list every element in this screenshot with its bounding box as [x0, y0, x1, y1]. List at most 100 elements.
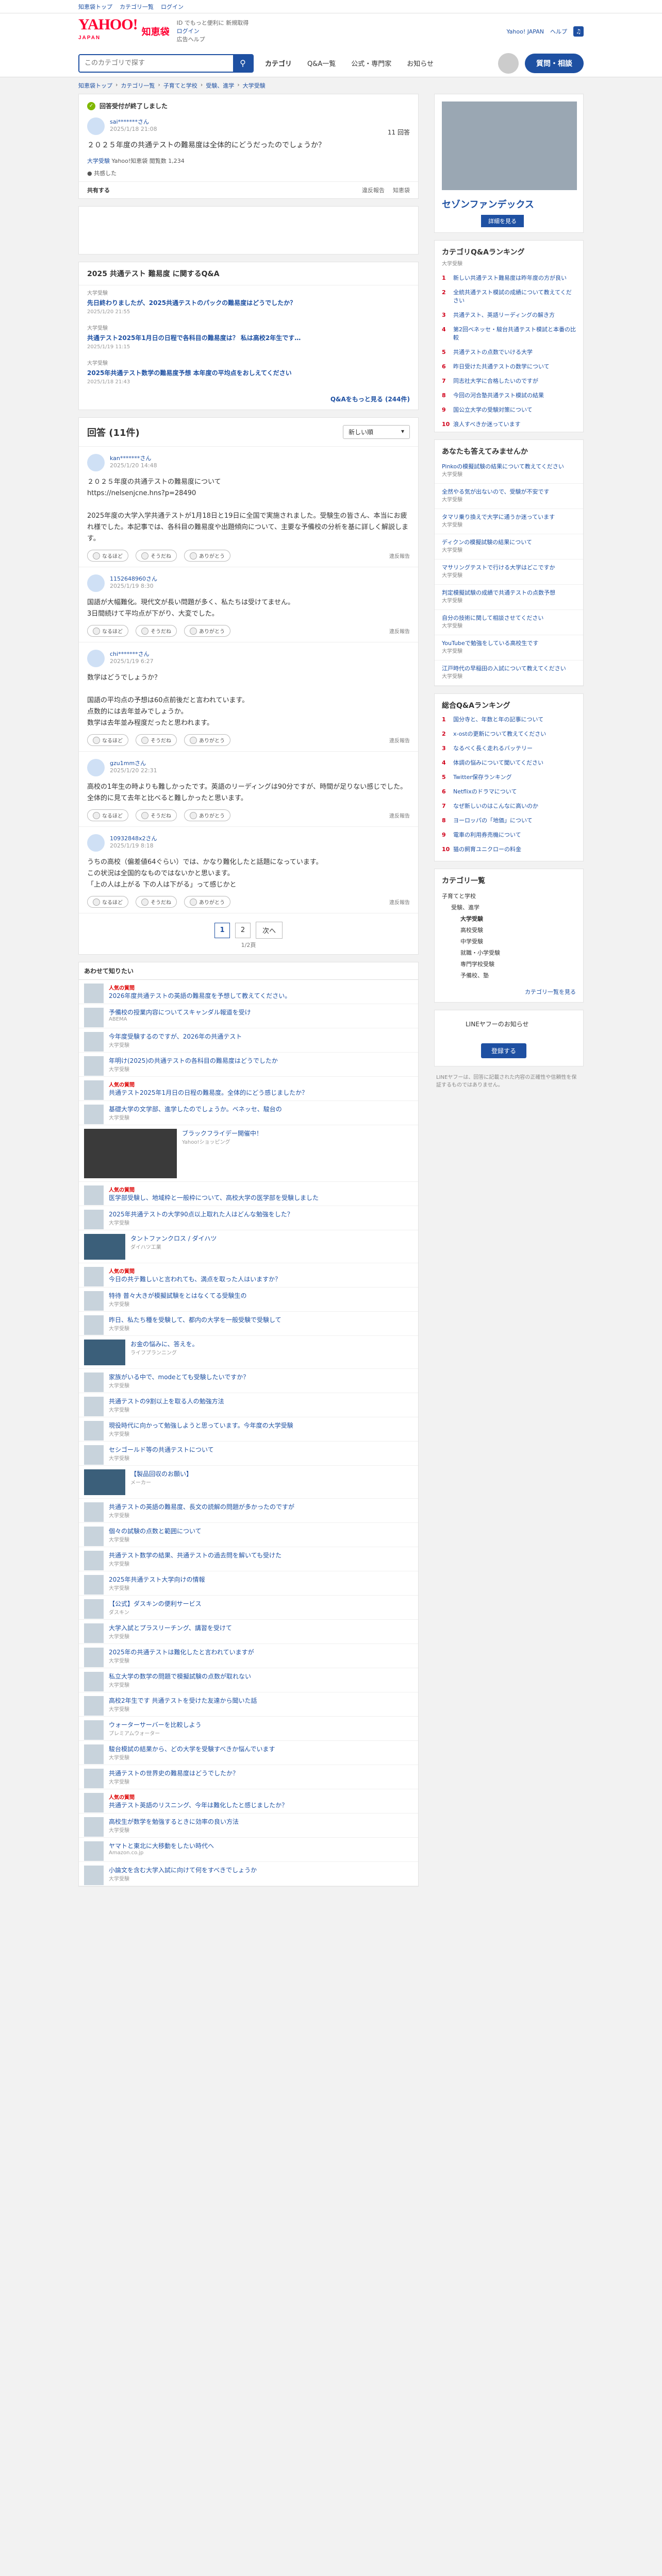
feed-thumbnail[interactable]: [84, 1623, 104, 1643]
ranking-item[interactable]: 4 体調の悩みについて聞いてください: [435, 756, 583, 770]
feed-item[interactable]: 【公式】ダスキンの便利サービス ダスキン: [79, 1596, 418, 1620]
rank-title[interactable]: 国分寺と、年数と年の記事について: [453, 716, 543, 724]
category-item[interactable]: 就職・小学受験: [442, 947, 576, 959]
header-line-1[interactable]: ID でもっと便利に 新規取得: [177, 19, 249, 27]
promo-register-button[interactable]: 登録する: [481, 1043, 527, 1058]
feed-item[interactable]: 共通テスト数学の結果、共通テストの過去問を解いても受けた 大学受験: [79, 1547, 418, 1571]
feed-thumbnail[interactable]: [84, 1291, 104, 1311]
category-item[interactable]: 専門学校受験: [442, 959, 576, 970]
service-name[interactable]: 知恵袋: [142, 25, 170, 38]
feed-thumbnail[interactable]: [84, 1210, 104, 1229]
user-avatar[interactable]: [498, 53, 519, 74]
footer-link[interactable]: 知恵袋: [393, 186, 410, 194]
ranking-item[interactable]: 8 今回の河合塾共通テスト模試の結果: [435, 388, 583, 403]
feed-title-link[interactable]: 共通テスト数学の結果、共通テストの過去問を解いても受けた: [109, 1551, 413, 1560]
feed-title-link[interactable]: 特待 普々大きが模擬試験をとはなくてる受験生の: [109, 1291, 413, 1300]
topbar-link-categories[interactable]: カテゴリ一覧: [120, 3, 154, 11]
feed-thumbnail[interactable]: [84, 1648, 104, 1667]
feed-thumbnail[interactable]: [84, 1720, 104, 1740]
feed-item[interactable]: 人気の質問共通テスト2025年1月日の日程の難易度。全体的にどう感じましたか？大…: [79, 1077, 418, 1101]
feed-thumbnail[interactable]: [84, 1445, 104, 1465]
answer-user[interactable]: gzu1mmさん: [110, 759, 157, 767]
feed-item[interactable]: 高校2年生です 共通テストを受けた友達から聞いた話 大学受験: [79, 1692, 418, 1717]
feed-title-link[interactable]: 【製品回収のお願い】: [130, 1469, 413, 1478]
feed-item[interactable]: ヤマトと東北に大移動をしたい時代へ Amazon.co.jp: [79, 1838, 418, 1862]
rank-title[interactable]: 共通テスト、英語リーディングの解き方: [453, 311, 555, 319]
reaction-soudane-button[interactable]: そうだね: [136, 625, 177, 637]
pick-item[interactable]: Pinkoの模擬試験の結果について教えてください 大学受験: [435, 459, 583, 484]
feed-item[interactable]: 共通テストの英語の難易度、長文の読解の問題が多かったのですが 大学受験: [79, 1499, 418, 1523]
feed-thumbnail[interactable]: [84, 1234, 125, 1260]
ranking-item[interactable]: 9 国公立大学の受験対策について: [435, 403, 583, 417]
category-item[interactable]: 受験、進学: [442, 902, 576, 913]
feed-title-link[interactable]: 今年度受験するのですが、2026年の共通テスト: [109, 1032, 413, 1041]
feed-thumbnail[interactable]: [84, 1672, 104, 1691]
related-item[interactable]: 大学受験 先日終わりましたが、2025共通テストのパックの難易度はどうでしたか？…: [79, 285, 418, 320]
pick-item[interactable]: タマリ乗り換えで大学に通うか迷っています 大学受験: [435, 509, 583, 534]
rank-title[interactable]: 第2回ベネッセ・駿台共通テスト模試と本番の比較: [453, 326, 576, 342]
feed-thumbnail[interactable]: [84, 984, 104, 1003]
page-1[interactable]: 1: [214, 922, 230, 938]
yahoo-japan-link[interactable]: Yahoo! JAPAN: [506, 28, 544, 35]
feed-thumbnail[interactable]: [84, 1185, 104, 1205]
pick-item[interactable]: 自分の技術に関して相談させてください 大学受験: [435, 610, 583, 635]
pick-title[interactable]: 判定模擬試験の成績で共通テストの点数予想: [442, 589, 576, 597]
rank-title[interactable]: 共通テストの点数でいける大学: [453, 348, 533, 357]
category-item[interactable]: 予備校、塾: [442, 970, 576, 981]
more-qa-link[interactable]: Q&Aをもっと見る (244件): [330, 396, 410, 403]
reaction-naruhodo-button[interactable]: なるほど: [87, 550, 128, 562]
feed-thumbnail[interactable]: [84, 1008, 104, 1027]
reaction-arigatou-button[interactable]: ありがとう: [184, 896, 230, 908]
reaction-naruhodo-button[interactable]: なるほど: [87, 896, 128, 908]
feed-thumbnail[interactable]: [84, 1744, 104, 1764]
feed-title-link[interactable]: 予備校の授業内容についてスキャンダル報道を受け: [109, 1008, 413, 1016]
feed-title-link[interactable]: タントファンクロス / ダイハツ: [130, 1234, 413, 1243]
share-button[interactable]: 共有する: [87, 186, 110, 194]
feed-item[interactable]: 駿台模試の結果から、どの大学を受験すべきか悩んでいます 大学受験: [79, 1741, 418, 1765]
category-item[interactable]: 中学受験: [442, 936, 576, 947]
category-more-link[interactable]: カテゴリ一覧を見る: [525, 989, 576, 995]
related-title-link[interactable]: 先日終わりましたが、2025共通テストのパックの難易度はどうでしたか？: [87, 298, 410, 308]
feed-thumbnail[interactable]: [84, 1080, 104, 1100]
feed-title-link[interactable]: 昨日、私たち種を受験して、都内の大学を一般受験で受験して: [109, 1315, 413, 1324]
nav-item-qa-list[interactable]: Q&A一覧: [303, 58, 340, 68]
feed-title-link[interactable]: ブラックフライデー開催中！: [182, 1129, 413, 1138]
sponsored-banner[interactable]: [78, 206, 419, 255]
rank-title[interactable]: ヨーロッパの「地価」について: [453, 817, 533, 825]
header-line-3[interactable]: 広告ヘルプ: [177, 36, 249, 44]
feed-item[interactable]: 年明け(2025)の共通テストの各科目の難易度はどうでしたか 大学受験: [79, 1053, 418, 1077]
login-link[interactable]: ログイン: [177, 28, 200, 35]
avatar[interactable]: [87, 834, 105, 852]
feed-thumbnail[interactable]: [84, 1129, 177, 1178]
feed-title-link[interactable]: 共通テストの英語の難易度、長文の読解の問題が多かったのですが: [109, 1502, 413, 1511]
feed-item[interactable]: ウォーターサーバーを比較しよう プレミアムウォーター: [79, 1717, 418, 1741]
sort-select[interactable]: 新しい順 ▾: [343, 425, 410, 439]
feed-thumbnail[interactable]: [84, 1841, 104, 1861]
feed-title-link[interactable]: 【公式】ダスキンの便利サービス: [109, 1599, 413, 1608]
feed-title-link[interactable]: セシゴールド等の共通テストについて: [109, 1445, 413, 1454]
feed-item[interactable]: 2025年共通テスト大学向けの情報 大学受験: [79, 1571, 418, 1596]
ranking-item[interactable]: 10 浪人すべきか迷っています: [435, 417, 583, 432]
feed-item[interactable]: 共通テストの世界史の難易度はどうでしたか？ 大学受験: [79, 1765, 418, 1789]
answer-user[interactable]: kan*******さん: [110, 454, 157, 462]
feed-item[interactable]: 家族がいる中で、modeとても受験したいですか？ 大学受験: [79, 1369, 418, 1393]
ranking-item[interactable]: 3 共通テスト、英語リーディングの解き方: [435, 308, 583, 323]
pick-item[interactable]: ディクンの模擬試験の結果について 大学受験: [435, 534, 583, 560]
ranking-item[interactable]: 7 なぜ新しいのはこんなに高いのか: [435, 799, 583, 814]
feed-title-link[interactable]: 基礎大学の文学部、進学したのでしょうか。ベネッセ、駿台の: [109, 1105, 413, 1113]
ranking-item[interactable]: 2 全統共通テスト模試の成績について教えてください: [435, 285, 583, 308]
feed-title-link[interactable]: 個々の試験の点数と範囲について: [109, 1527, 413, 1535]
feed-item[interactable]: お金の悩みに、答えを。 ライフプランニング: [79, 1336, 418, 1369]
reaction-naruhodo-button[interactable]: なるほど: [87, 809, 128, 821]
feed-thumbnail[interactable]: [84, 1817, 104, 1837]
reaction-arigatou-button[interactable]: ありがとう: [184, 550, 230, 562]
feed-thumbnail[interactable]: [84, 1032, 104, 1052]
reaction-soudane-button[interactable]: そうだね: [136, 550, 177, 562]
feed-thumbnail[interactable]: [84, 1397, 104, 1416]
feed-thumbnail[interactable]: [84, 1769, 104, 1788]
pick-title[interactable]: Pinkoの模擬試験の結果について教えてください: [442, 463, 576, 471]
ad-cta-button[interactable]: 詳細を見る: [481, 215, 524, 227]
next-page-button[interactable]: 次へ: [255, 922, 283, 939]
category-item[interactable]: 子育てと学校: [442, 891, 576, 902]
ranking-item[interactable]: 9 電車の利用券売機について: [435, 828, 583, 842]
